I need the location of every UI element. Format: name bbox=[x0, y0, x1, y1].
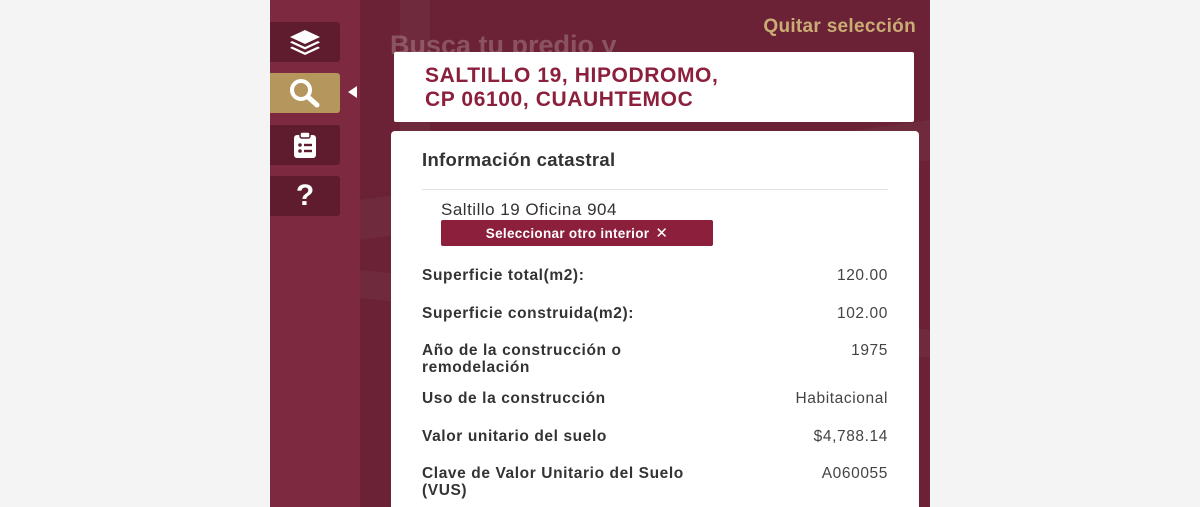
interior-name: Saltillo 19 Oficina 904 bbox=[441, 200, 617, 219]
search-button[interactable] bbox=[270, 73, 340, 113]
selected-address-box: SALTILLO 19, HIPODROMO, CP 06100, CUAUHT… bbox=[394, 52, 914, 122]
row-value: Habitacional bbox=[795, 390, 888, 407]
active-indicator-arrow bbox=[348, 86, 357, 98]
layers-button[interactable] bbox=[270, 22, 340, 62]
cadastral-info-card: Información catastral Saltillo 19 Oficin… bbox=[391, 131, 919, 507]
row-value: A060055 bbox=[821, 465, 888, 482]
help-button[interactable]: ? bbox=[270, 176, 340, 216]
row-label: Uso de la construcción bbox=[422, 390, 606, 407]
card-divider bbox=[422, 189, 888, 190]
row-label: Clave de Valor Unitario del Suelo (VUS) bbox=[422, 465, 684, 499]
card-title: Información catastral bbox=[422, 149, 616, 170]
row-label: Valor unitario del suelo bbox=[422, 428, 607, 445]
select-other-interior-button[interactable]: Seleccionar otro interior ✕ bbox=[441, 220, 713, 246]
search-icon bbox=[290, 79, 320, 108]
row-label: Año de la construcción o remodelación bbox=[422, 342, 622, 376]
clipboard-button[interactable] bbox=[270, 125, 340, 165]
address-line-2: CP 06100, CUAUHTEMOC bbox=[425, 88, 694, 111]
clear-selection-link[interactable]: Quitar selección bbox=[763, 16, 916, 38]
close-icon: ✕ bbox=[655, 225, 669, 242]
question-icon: ? bbox=[295, 179, 315, 212]
sidebar: ? bbox=[270, 0, 360, 507]
row-label: Superficie total(m2): bbox=[422, 267, 585, 284]
app-window: ? Busca tu predio y Quitar selección SAL… bbox=[270, 0, 930, 507]
address-line-1: SALTILLO 19, HIPODROMO, bbox=[425, 64, 719, 87]
select-other-interior-label: Seleccionar otro interior bbox=[485, 225, 650, 241]
row-label: Superficie construida(m2): bbox=[422, 305, 634, 322]
row-value: 1975 bbox=[851, 342, 888, 359]
row-value: 102.00 bbox=[836, 305, 888, 322]
clipboard-list-icon bbox=[294, 131, 316, 158]
row-value: 120.00 bbox=[836, 267, 888, 284]
layers-icon bbox=[290, 30, 320, 55]
row-value: $4,788.14 bbox=[813, 428, 888, 445]
